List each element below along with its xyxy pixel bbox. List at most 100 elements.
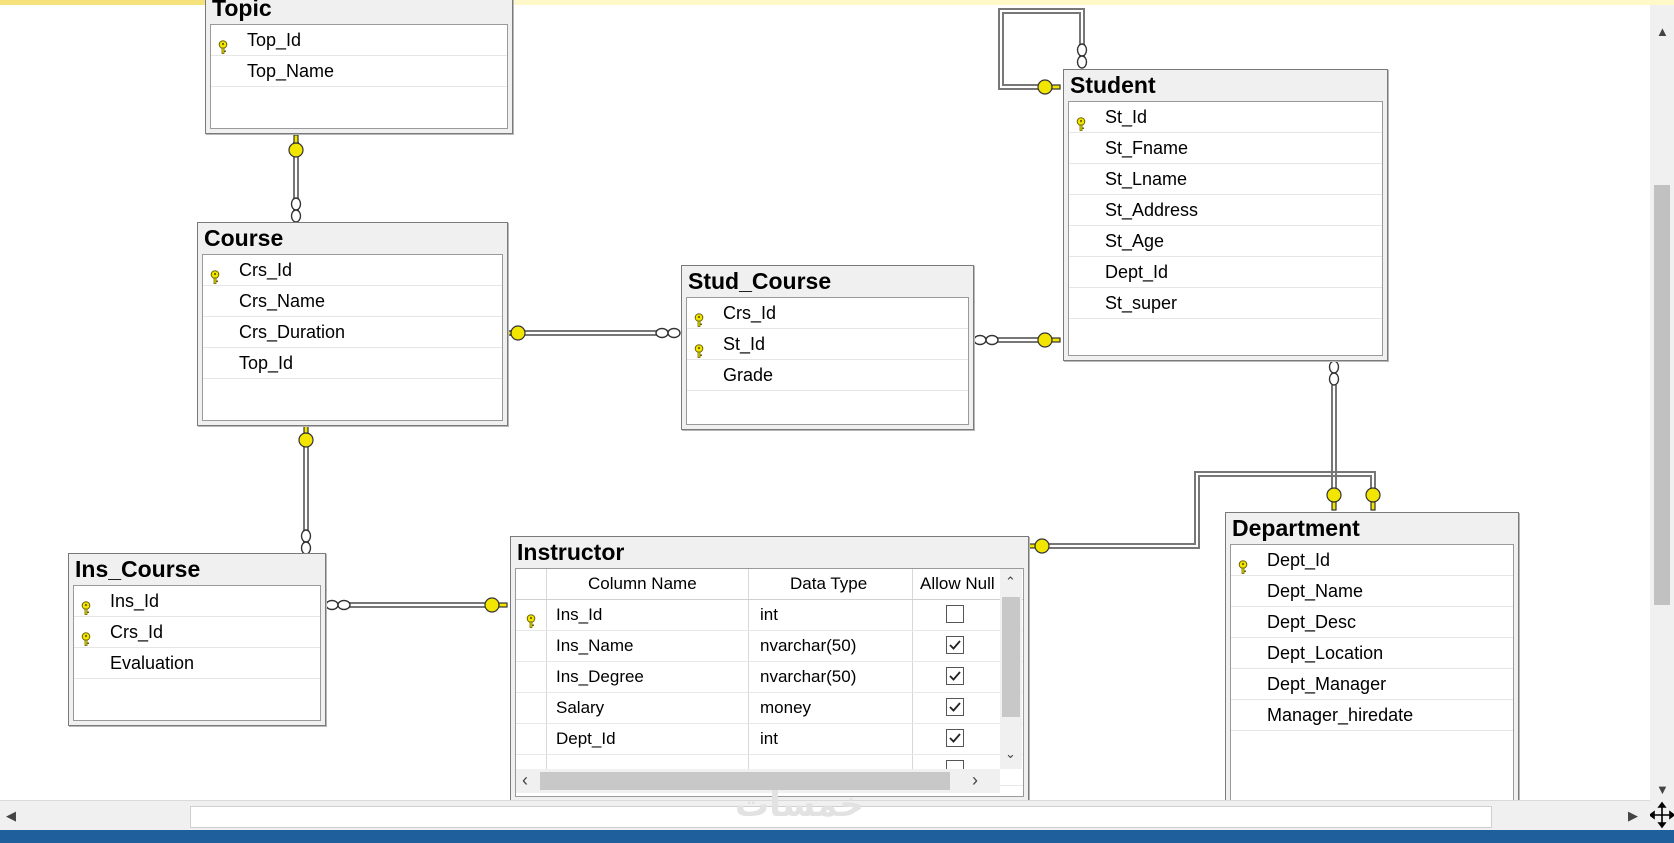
key-icon: [693, 337, 705, 358]
column-row[interactable]: Manager_hiredate: [1231, 700, 1513, 731]
column-list: Dept_Id Dept_Name Dept_Desc Dept_Location De…: [1230, 544, 1514, 800]
column-name-cell[interactable]: Ins_Degree: [556, 662, 644, 692]
scroll-up-icon[interactable]: ▲: [1656, 25, 1669, 39]
grid-row[interactable]: Salary money: [516, 693, 1023, 724]
column-name: Dept_Location: [1267, 643, 1384, 663]
header-column-name[interactable]: Column Name: [588, 569, 697, 599]
column-row[interactable]: Dept_Desc: [1231, 607, 1513, 638]
grid-header: Column Name Data Type Allow Null: [516, 569, 1023, 600]
column-row[interactable]: Grade: [687, 360, 968, 391]
diagram-canvas[interactable]: Topic Top_Id Top_Name Course Crs_Id Crs_Na…: [0, 0, 1650, 800]
allow-null-checkbox-checked[interactable]: [946, 667, 964, 685]
scroll-left-icon[interactable]: ‹: [522, 771, 528, 789]
column-name: Manager_hiredate: [1267, 705, 1414, 725]
data-type-cell[interactable]: nvarchar(50): [760, 631, 856, 661]
scroll-left-icon[interactable]: ◀: [6, 809, 16, 823]
grid-vertical-thumb[interactable]: [1002, 597, 1020, 717]
column-row[interactable]: St_Age: [1069, 226, 1382, 257]
table-course[interactable]: Course Crs_Id Crs_Name Crs_Duration Top_Id: [197, 222, 508, 426]
canvas-vertical-scrollbar[interactable]: ▲ ▼: [1650, 5, 1674, 800]
table-student[interactable]: Student St_Id St_Fname St_Lname St_Address S…: [1063, 69, 1388, 361]
column-name: St_super: [1105, 293, 1178, 313]
column-row[interactable]: Crs_Name: [203, 286, 502, 317]
column-row[interactable]: St_Id: [1069, 102, 1382, 133]
column-row[interactable]: Ins_Id: [74, 586, 320, 617]
column-list: Crs_Id Crs_Name Crs_Duration Top_Id: [202, 254, 503, 421]
infinity-end-icon: [655, 327, 681, 339]
scroll-right-icon[interactable]: ▶: [1628, 809, 1638, 823]
column-row[interactable]: Evaluation: [74, 648, 320, 679]
column-row[interactable]: Dept_Location: [1231, 638, 1513, 669]
key-end-icon: [1326, 487, 1342, 511]
column-name-cell[interactable]: Ins_Name: [556, 631, 633, 661]
column-row[interactable]: Crs_Id: [687, 298, 968, 329]
key-end-icon: [1365, 487, 1381, 511]
grid-row[interactable]: Ins_Id int: [516, 600, 1023, 631]
grid-row[interactable]: Dept_Id int: [516, 724, 1023, 755]
scroll-down-icon[interactable]: ⌄: [1005, 747, 1016, 761]
column-row[interactable]: St_Id: [687, 329, 968, 360]
data-type-cell[interactable]: int: [760, 600, 778, 630]
table-stud-course[interactable]: Stud_Course Crs_Id St_Id Grade: [681, 265, 974, 430]
allow-null-checkbox-checked[interactable]: [946, 729, 964, 747]
column-name-cell[interactable]: Dept_Id: [556, 724, 616, 754]
column-row[interactable]: Crs_Duration: [203, 317, 502, 348]
column-row[interactable]: St_Fname: [1069, 133, 1382, 164]
column-list: Top_Id Top_Name: [210, 24, 508, 129]
data-type-cell[interactable]: money: [760, 693, 811, 723]
column-row[interactable]: Crs_Id: [74, 617, 320, 648]
table-title: Ins_Course: [75, 556, 201, 582]
table-topic[interactable]: Topic Top_Id Top_Name: [205, 0, 513, 134]
grid-row[interactable]: Ins_Name nvarchar(50): [516, 631, 1023, 662]
column-row[interactable]: Dept_Id: [1231, 545, 1513, 576]
move-diagram-icon[interactable]: [1648, 800, 1674, 830]
scroll-right-icon[interactable]: ›: [972, 771, 978, 789]
table-instructor[interactable]: Instructor Column Name Data Type Allow N…: [510, 536, 1029, 800]
key-icon: [1075, 110, 1087, 131]
column-list: Ins_Id Crs_Id Evaluation: [73, 585, 321, 721]
column-name: Dept_Manager: [1267, 674, 1387, 694]
table-title: Department: [1232, 515, 1360, 541]
column-grid: Column Name Data Type Allow Null Ins_Idi…: [515, 568, 1024, 797]
column-row[interactable]: Dept_Manager: [1231, 669, 1513, 700]
allow-null-checkbox[interactable]: [946, 605, 964, 623]
key-end-icon: [1037, 79, 1061, 95]
scroll-up-icon[interactable]: ⌃: [1005, 575, 1016, 589]
column-row[interactable]: St_Lname: [1069, 164, 1382, 195]
column-row[interactable]: Crs_Id: [203, 255, 502, 286]
column-name: Top_Name: [247, 61, 335, 81]
table-ins-course[interactable]: Ins_Course Ins_Id Crs_Id Evaluation: [68, 553, 326, 726]
table-department[interactable]: Department Dept_Id Dept_Name Dept_Desc Dept…: [1225, 512, 1519, 800]
infinity-end-icon: [1328, 360, 1340, 386]
column-row[interactable]: Top_Id: [211, 25, 507, 56]
column-row[interactable]: Dept_Name: [1231, 576, 1513, 607]
column-name: Ins_Id: [110, 591, 160, 611]
data-type-cell[interactable]: int: [760, 724, 778, 754]
watermark: خمسات: [735, 786, 864, 824]
data-type-cell[interactable]: nvarchar(50): [760, 662, 856, 692]
column-name: Grade: [723, 365, 774, 385]
grid-row[interactable]: Ins_Degree nvarchar(50): [516, 662, 1023, 693]
scroll-down-icon[interactable]: ▼: [1656, 783, 1669, 797]
column-name-cell[interactable]: Salary: [556, 693, 604, 723]
column-row[interactable]: St_Address: [1069, 195, 1382, 226]
allow-null-checkbox-checked[interactable]: [946, 636, 964, 654]
column-name: St_Address: [1105, 200, 1199, 220]
header-allow-null[interactable]: Allow Null: [920, 569, 995, 599]
header-data-type[interactable]: Data Type: [790, 569, 867, 599]
table-title: Course: [204, 225, 284, 251]
column-row[interactable]: Top_Name: [211, 56, 507, 87]
column-name: Dept_Name: [1267, 581, 1364, 601]
column-row[interactable]: St_super: [1069, 288, 1382, 319]
allow-null-checkbox-checked[interactable]: [946, 698, 964, 716]
key-icon: [217, 33, 229, 54]
key-icon: [693, 306, 705, 327]
column-name-cell[interactable]: Ins_Id: [556, 600, 602, 630]
column-row[interactable]: Top_Id: [203, 348, 502, 379]
column-name: Crs_Name: [239, 291, 326, 311]
column-row[interactable]: Dept_Id: [1069, 257, 1382, 288]
grid-vertical-scrollbar[interactable]: ⌃ ⌄: [1000, 569, 1022, 769]
infinity-end-icon: [290, 197, 302, 223]
column-name: Evaluation: [110, 653, 195, 673]
canvas-vertical-thumb[interactable]: [1654, 185, 1670, 605]
